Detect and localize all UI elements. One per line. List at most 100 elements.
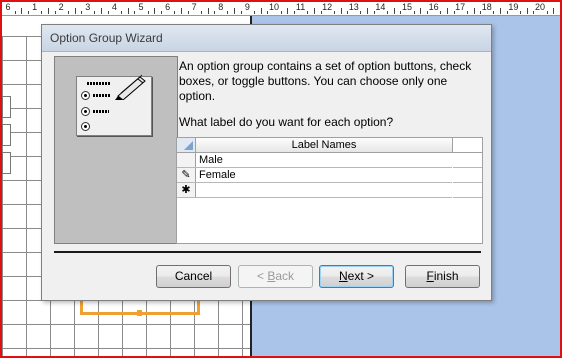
finish-accesskey: F (426, 269, 434, 283)
select-all-cell[interactable] (177, 138, 196, 153)
ruler-tick (81, 11, 83, 14)
ruler-tick (293, 11, 295, 14)
ruler-number: 1 (32, 2, 38, 12)
ruler-tick (240, 11, 242, 14)
ruler-number: 19 (508, 2, 519, 12)
ruler-tick (47, 8, 49, 14)
ruler-number: 3 (85, 2, 91, 12)
ruler-number: 10 (268, 2, 280, 12)
ruler-number: 14 (375, 2, 386, 12)
ruler-tick (287, 8, 289, 14)
ruler-tick (387, 11, 389, 14)
ruler-tick (420, 8, 422, 14)
next-button[interactable]: Next > (319, 265, 394, 288)
ruler-tick (367, 8, 369, 14)
horizontal-ruler: 6 1 2 3 4 5 6 7 8 9 10 11 12 13 14 15 16 17 18 19 20 (2, 2, 560, 16)
next-button-label: Next > (339, 269, 374, 283)
ruler-number: 11 (295, 2, 306, 12)
ruler-tick (333, 11, 335, 14)
table-row[interactable]: ✎ Female (177, 168, 452, 183)
option-label-placeholder (93, 94, 111, 97)
ruler-tick (393, 8, 395, 14)
resize-handle[interactable] (137, 310, 142, 316)
ruler-number: 8 (218, 2, 224, 12)
title-bar[interactable]: Option Group Wizard (42, 25, 491, 52)
ruler-tick (27, 11, 29, 14)
label-names-column-header[interactable]: Label Names (196, 138, 453, 153)
ruler-tick (214, 11, 216, 14)
record-selector[interactable] (177, 153, 196, 167)
back-arrow: < (256, 269, 268, 283)
ruler-number: 16 (428, 2, 439, 12)
ruler-tick (154, 8, 156, 14)
back-button[interactable]: < Back (238, 265, 313, 288)
control-stub[interactable] (2, 152, 11, 174)
ruler-tick (500, 8, 502, 14)
ruler-tick (94, 11, 96, 14)
ruler-tick (74, 8, 76, 14)
back-label-rest: ack (275, 269, 295, 283)
ruler-tick (107, 11, 109, 14)
cancel-button[interactable]: Cancel (156, 265, 231, 288)
ruler-tick (127, 8, 129, 14)
ruler-tick (101, 8, 103, 14)
control-stub[interactable] (2, 124, 11, 146)
radio-icon (81, 122, 90, 131)
ruler-tick (340, 8, 342, 14)
option-group-wizard-dialog: Option Group Wizard An option group cont… (41, 24, 492, 301)
finish-label-rest: inish (433, 269, 459, 283)
ruler-tick (234, 8, 236, 14)
new-record-icon[interactable]: ✱ (177, 183, 196, 197)
wizard-question: What label do you want for each option? (179, 115, 394, 129)
ruler-tick (54, 11, 56, 14)
wizard-description: An option group contains a set of option… (179, 59, 472, 103)
grid-filler (453, 153, 482, 168)
ruler-number: 6 (5, 2, 11, 12)
ruler-tick (526, 8, 528, 14)
ruler-number: 17 (455, 2, 466, 12)
ruler-tick (121, 11, 123, 14)
ruler-number: 4 (111, 2, 117, 12)
label-name-cell[interactable]: Male (199, 153, 223, 167)
label-name-cell[interactable]: Female (199, 168, 236, 182)
ruler-number: 13 (348, 2, 359, 12)
ruler-tick (466, 11, 468, 14)
edit-record-icon[interactable]: ✎ (177, 168, 196, 182)
control-stub[interactable] (2, 96, 11, 118)
ruler-tick (147, 11, 149, 14)
ruler-tick (553, 8, 555, 14)
ruler-tick (473, 8, 475, 14)
ruler-number: 18 (481, 2, 492, 12)
ruler-tick (160, 11, 162, 14)
ruler-tick (21, 8, 23, 14)
ruler-tick (520, 11, 522, 14)
next-accesskey: N (338, 269, 348, 283)
grid-empty-header (453, 138, 482, 153)
ruler-tick (180, 8, 182, 14)
ruler-tick (227, 11, 229, 14)
table-row[interactable]: Male (177, 153, 452, 168)
back-button-label: < Back (257, 269, 294, 283)
label-names-grid[interactable]: Label Names Male ✎ Female ✱ (176, 137, 483, 244)
ruler-tick (134, 11, 136, 14)
ruler-number: 15 (401, 2, 413, 12)
ruler-number: 7 (191, 2, 197, 12)
ruler-tick (41, 11, 43, 14)
ruler-tick (254, 11, 256, 14)
ruler-number: 2 (58, 2, 64, 12)
option-label-placeholder (93, 110, 109, 113)
pencil-icon (115, 74, 146, 100)
ruler-number: 5 (138, 2, 144, 12)
ruler-tick (493, 11, 495, 14)
ruler-tick (446, 8, 448, 14)
ruler-number: 6 (165, 2, 171, 12)
ruler-number: 9 (244, 2, 250, 12)
finish-button[interactable]: Finish (405, 265, 480, 288)
wizard-illustration (54, 56, 178, 244)
table-row[interactable]: ✱ (177, 183, 452, 198)
ruler-number: 20 (534, 2, 546, 12)
radio-icon (81, 107, 90, 116)
group-label-placeholder (87, 82, 111, 85)
dialog-title: Option Group Wizard (50, 31, 163, 45)
ruler-tick (413, 11, 415, 14)
